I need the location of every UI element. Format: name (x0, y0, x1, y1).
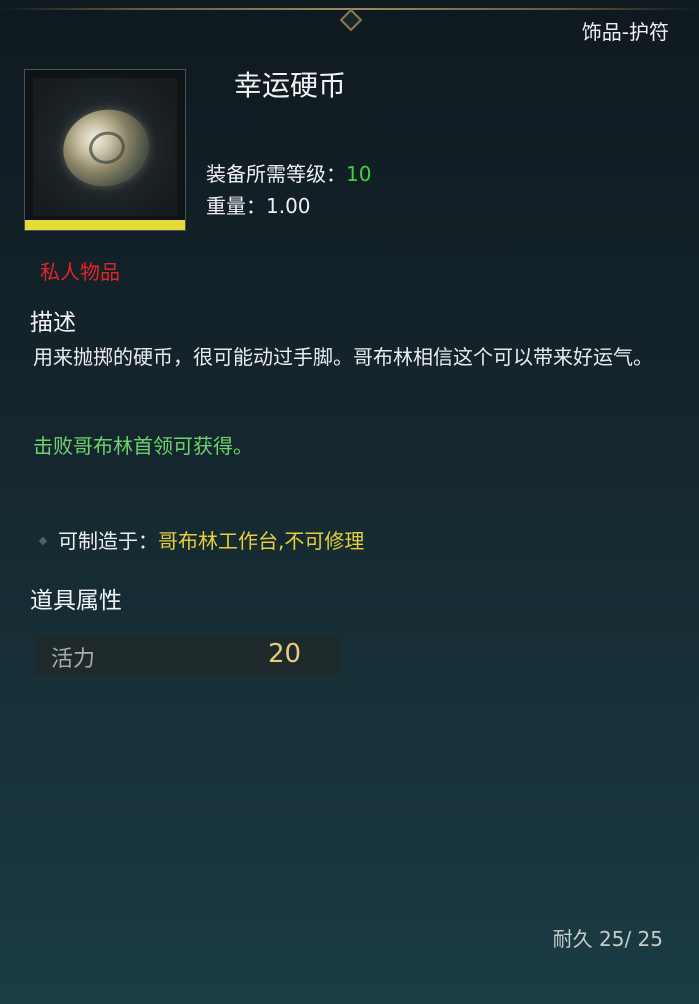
durability-max: 25 (637, 927, 663, 951)
coin-emblem (85, 127, 129, 168)
lucky-coin-icon (54, 100, 158, 196)
required-level-label: 装备所需等级： (206, 162, 346, 186)
bullet-icon (38, 536, 48, 545)
properties-title: 道具属性 (30, 588, 122, 614)
durability: 耐久 25/ 25 (553, 923, 663, 952)
craft-label: 可制造于： (58, 529, 158, 553)
stat-value: 20 (268, 639, 302, 669)
item-category: 饰品-护符 (581, 20, 669, 44)
item-icon-frame (24, 69, 186, 231)
item-source: 击败哥布林首领可获得。 (33, 434, 253, 458)
weight-label: 重量： (206, 194, 266, 218)
required-level-row: 装备所需等级：10 (206, 158, 371, 187)
durability-label: 耐久 (552, 927, 593, 951)
weight-value: 1.00 (266, 194, 311, 218)
stat-name: 活力 (51, 647, 96, 672)
item-name: 幸运硬币 (234, 69, 347, 102)
durability-current: 25/ (599, 927, 632, 951)
rarity-bar (25, 220, 185, 230)
weight-row: 重量：1.00 (206, 190, 311, 219)
stat-row: 活力 20 (35, 635, 340, 675)
description-title: 描述 (30, 310, 76, 336)
craft-row: 可制造于：哥布林工作台,不可修理 (38, 525, 365, 554)
diamond-ornament-icon (339, 8, 363, 32)
private-item-tag: 私人物品 (40, 260, 120, 284)
description-text: 用来抛掷的硬币，很可能动过手脚。哥布林相信这个可以带来好运气。 (33, 345, 653, 369)
craft-value: 哥布林工作台,不可修理 (158, 529, 365, 553)
item-icon-background (33, 78, 177, 216)
required-level-value: 10 (346, 162, 372, 186)
